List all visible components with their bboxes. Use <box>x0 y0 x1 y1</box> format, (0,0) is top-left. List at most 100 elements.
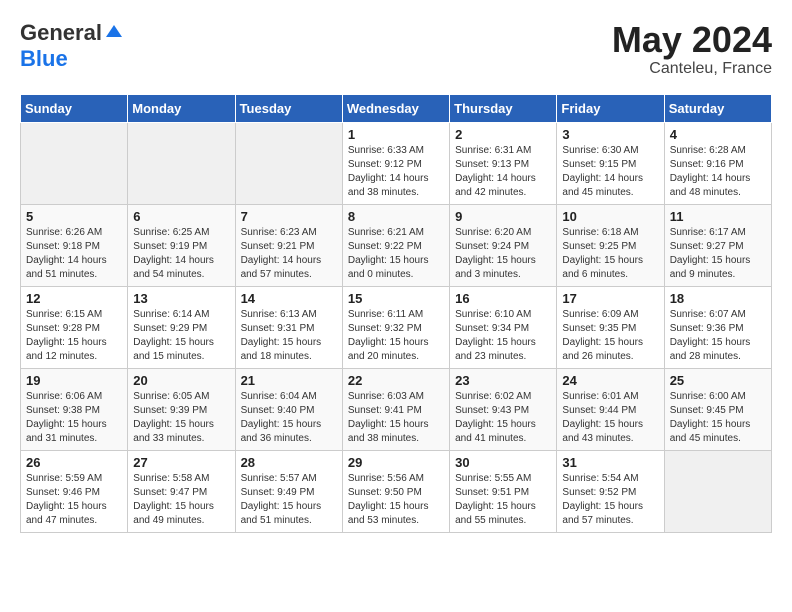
calendar-cell: 15 Sunrise: 6:11 AMSunset: 9:32 PMDaylig… <box>342 286 449 368</box>
cell-info: Sunrise: 6:21 AMSunset: 9:22 PMDaylight:… <box>348 227 429 280</box>
cell-info: Sunrise: 6:20 AMSunset: 9:24 PMDaylight:… <box>455 227 536 280</box>
calendar-cell: 20 Sunrise: 6:05 AMSunset: 9:39 PMDaylig… <box>128 368 235 450</box>
cell-info: Sunrise: 6:33 AMSunset: 9:12 PMDaylight:… <box>348 145 429 198</box>
day-number: 4 <box>670 127 766 142</box>
weekday-header-thursday: Thursday <box>450 94 557 122</box>
calendar-cell: 10 Sunrise: 6:18 AMSunset: 9:25 PMDaylig… <box>557 204 664 286</box>
day-number: 26 <box>26 455 122 470</box>
cell-info: Sunrise: 6:15 AMSunset: 9:28 PMDaylight:… <box>26 309 107 362</box>
calendar-week-row: 26 Sunrise: 5:59 AMSunset: 9:46 PMDaylig… <box>21 450 772 532</box>
title-block: May 2024 Canteleu, France <box>612 20 772 78</box>
day-number: 28 <box>241 455 337 470</box>
calendar-cell <box>21 122 128 204</box>
calendar-header-row: SundayMondayTuesdayWednesdayThursdayFrid… <box>21 94 772 122</box>
calendar-cell: 21 Sunrise: 6:04 AMSunset: 9:40 PMDaylig… <box>235 368 342 450</box>
cell-info: Sunrise: 6:09 AMSunset: 9:35 PMDaylight:… <box>562 309 643 362</box>
calendar-cell: 11 Sunrise: 6:17 AMSunset: 9:27 PMDaylig… <box>664 204 771 286</box>
calendar-cell: 19 Sunrise: 6:06 AMSunset: 9:38 PMDaylig… <box>21 368 128 450</box>
day-number: 22 <box>348 373 444 388</box>
weekday-header-saturday: Saturday <box>664 94 771 122</box>
calendar-cell: 16 Sunrise: 6:10 AMSunset: 9:34 PMDaylig… <box>450 286 557 368</box>
day-number: 1 <box>348 127 444 142</box>
calendar-cell: 6 Sunrise: 6:25 AMSunset: 9:19 PMDayligh… <box>128 204 235 286</box>
calendar-cell: 12 Sunrise: 6:15 AMSunset: 9:28 PMDaylig… <box>21 286 128 368</box>
calendar-week-row: 12 Sunrise: 6:15 AMSunset: 9:28 PMDaylig… <box>21 286 772 368</box>
location-subtitle: Canteleu, France <box>612 60 772 78</box>
cell-info: Sunrise: 5:57 AMSunset: 9:49 PMDaylight:… <box>241 473 322 526</box>
weekday-header-sunday: Sunday <box>21 94 128 122</box>
calendar-cell: 30 Sunrise: 5:55 AMSunset: 9:51 PMDaylig… <box>450 450 557 532</box>
cell-info: Sunrise: 6:03 AMSunset: 9:41 PMDaylight:… <box>348 391 429 444</box>
day-number: 16 <box>455 291 551 306</box>
logo-icon <box>104 23 124 43</box>
calendar-cell: 9 Sunrise: 6:20 AMSunset: 9:24 PMDayligh… <box>450 204 557 286</box>
calendar-cell: 25 Sunrise: 6:00 AMSunset: 9:45 PMDaylig… <box>664 368 771 450</box>
day-number: 31 <box>562 455 658 470</box>
calendar-cell: 26 Sunrise: 5:59 AMSunset: 9:46 PMDaylig… <box>21 450 128 532</box>
calendar-cell: 18 Sunrise: 6:07 AMSunset: 9:36 PMDaylig… <box>664 286 771 368</box>
logo-blue-text: Blue <box>20 46 68 72</box>
day-number: 3 <box>562 127 658 142</box>
calendar-cell: 31 Sunrise: 5:54 AMSunset: 9:52 PMDaylig… <box>557 450 664 532</box>
calendar-cell <box>128 122 235 204</box>
calendar-week-row: 5 Sunrise: 6:26 AMSunset: 9:18 PMDayligh… <box>21 204 772 286</box>
cell-info: Sunrise: 6:04 AMSunset: 9:40 PMDaylight:… <box>241 391 322 444</box>
cell-info: Sunrise: 6:07 AMSunset: 9:36 PMDaylight:… <box>670 309 751 362</box>
cell-info: Sunrise: 6:06 AMSunset: 9:38 PMDaylight:… <box>26 391 107 444</box>
cell-info: Sunrise: 5:54 AMSunset: 9:52 PMDaylight:… <box>562 473 643 526</box>
calendar-cell: 24 Sunrise: 6:01 AMSunset: 9:44 PMDaylig… <box>557 368 664 450</box>
cell-info: Sunrise: 6:14 AMSunset: 9:29 PMDaylight:… <box>133 309 214 362</box>
day-number: 19 <box>26 373 122 388</box>
day-number: 17 <box>562 291 658 306</box>
cell-info: Sunrise: 6:17 AMSunset: 9:27 PMDaylight:… <box>670 227 751 280</box>
calendar-cell: 5 Sunrise: 6:26 AMSunset: 9:18 PMDayligh… <box>21 204 128 286</box>
calendar-cell <box>235 122 342 204</box>
calendar-week-row: 1 Sunrise: 6:33 AMSunset: 9:12 PMDayligh… <box>21 122 772 204</box>
day-number: 6 <box>133 209 229 224</box>
calendar-cell: 14 Sunrise: 6:13 AMSunset: 9:31 PMDaylig… <box>235 286 342 368</box>
cell-info: Sunrise: 6:13 AMSunset: 9:31 PMDaylight:… <box>241 309 322 362</box>
day-number: 11 <box>670 209 766 224</box>
day-number: 20 <box>133 373 229 388</box>
calendar-cell: 29 Sunrise: 5:56 AMSunset: 9:50 PMDaylig… <box>342 450 449 532</box>
day-number: 7 <box>241 209 337 224</box>
cell-info: Sunrise: 5:58 AMSunset: 9:47 PMDaylight:… <box>133 473 214 526</box>
calendar-cell: 3 Sunrise: 6:30 AMSunset: 9:15 PMDayligh… <box>557 122 664 204</box>
day-number: 8 <box>348 209 444 224</box>
day-number: 9 <box>455 209 551 224</box>
calendar-week-row: 19 Sunrise: 6:06 AMSunset: 9:38 PMDaylig… <box>21 368 772 450</box>
calendar-cell: 4 Sunrise: 6:28 AMSunset: 9:16 PMDayligh… <box>664 122 771 204</box>
calendar-cell: 13 Sunrise: 6:14 AMSunset: 9:29 PMDaylig… <box>128 286 235 368</box>
logo-general-text: General <box>20 20 102 46</box>
cell-info: Sunrise: 5:55 AMSunset: 9:51 PMDaylight:… <box>455 473 536 526</box>
cell-info: Sunrise: 6:01 AMSunset: 9:44 PMDaylight:… <box>562 391 643 444</box>
month-year-title: May 2024 <box>612 20 772 60</box>
day-number: 12 <box>26 291 122 306</box>
cell-info: Sunrise: 6:18 AMSunset: 9:25 PMDaylight:… <box>562 227 643 280</box>
calendar-cell: 1 Sunrise: 6:33 AMSunset: 9:12 PMDayligh… <box>342 122 449 204</box>
day-number: 25 <box>670 373 766 388</box>
calendar-cell: 2 Sunrise: 6:31 AMSunset: 9:13 PMDayligh… <box>450 122 557 204</box>
calendar-cell: 23 Sunrise: 6:02 AMSunset: 9:43 PMDaylig… <box>450 368 557 450</box>
cell-info: Sunrise: 6:00 AMSunset: 9:45 PMDaylight:… <box>670 391 751 444</box>
calendar-table: SundayMondayTuesdayWednesdayThursdayFrid… <box>20 94 772 533</box>
cell-info: Sunrise: 6:23 AMSunset: 9:21 PMDaylight:… <box>241 227 322 280</box>
day-number: 13 <box>133 291 229 306</box>
cell-info: Sunrise: 6:30 AMSunset: 9:15 PMDaylight:… <box>562 145 643 198</box>
cell-info: Sunrise: 6:25 AMSunset: 9:19 PMDaylight:… <box>133 227 214 280</box>
day-number: 23 <box>455 373 551 388</box>
day-number: 18 <box>670 291 766 306</box>
day-number: 30 <box>455 455 551 470</box>
calendar-cell: 28 Sunrise: 5:57 AMSunset: 9:49 PMDaylig… <box>235 450 342 532</box>
page-header: General Blue May 2024 Canteleu, France <box>20 20 772 78</box>
day-number: 15 <box>348 291 444 306</box>
weekday-header-monday: Monday <box>128 94 235 122</box>
day-number: 2 <box>455 127 551 142</box>
calendar-cell: 8 Sunrise: 6:21 AMSunset: 9:22 PMDayligh… <box>342 204 449 286</box>
cell-info: Sunrise: 5:59 AMSunset: 9:46 PMDaylight:… <box>26 473 107 526</box>
day-number: 14 <box>241 291 337 306</box>
cell-info: Sunrise: 6:10 AMSunset: 9:34 PMDaylight:… <box>455 309 536 362</box>
cell-info: Sunrise: 6:26 AMSunset: 9:18 PMDaylight:… <box>26 227 107 280</box>
day-number: 5 <box>26 209 122 224</box>
weekday-header-tuesday: Tuesday <box>235 94 342 122</box>
